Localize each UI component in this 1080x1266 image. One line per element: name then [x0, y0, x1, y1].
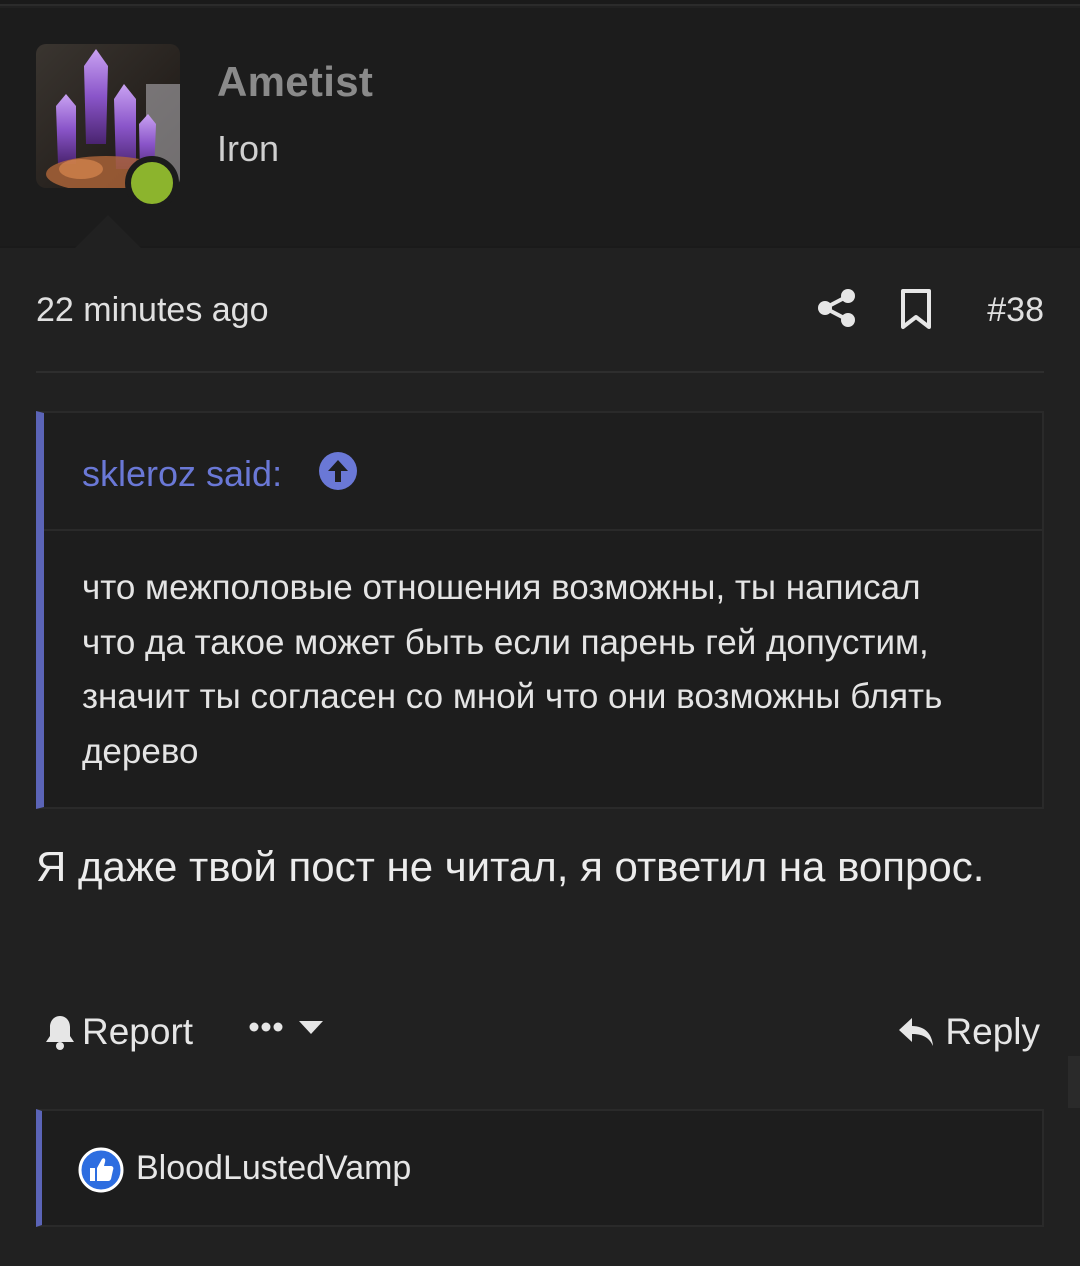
reply-label: Reply	[945, 1011, 1040, 1052]
post-message: Я даже твой пост не читал, я ответил на …	[36, 843, 985, 890]
quote-block: skleroz said: что межполовые отношения в…	[36, 411, 1044, 809]
reply-arrow-icon	[899, 1018, 934, 1046]
header-pointer	[75, 215, 141, 248]
ellipsis-icon	[249, 1022, 283, 1032]
divider	[36, 371, 1044, 373]
post-actions: Report Reply	[36, 1005, 1044, 1065]
quote-header: skleroz said:	[44, 413, 1042, 531]
reactions-bar: BloodLustedVamp	[36, 1109, 1044, 1227]
online-status-indicator	[125, 156, 179, 210]
bell-icon	[46, 1016, 74, 1050]
user-title: Iron	[217, 128, 280, 169]
arrow-up-circle-icon[interactable]	[318, 451, 358, 491]
username[interactable]: Ametist	[217, 58, 373, 106]
reaction-username[interactable]: BloodLustedVamp	[136, 1149, 411, 1188]
bookmark-icon[interactable]	[898, 288, 934, 330]
report-label: Report	[82, 1011, 194, 1052]
reply-button[interactable]: Reply	[897, 1011, 1040, 1053]
top-edge	[0, 0, 1080, 6]
quote-text: что межполовые отношения возможны, ты на…	[82, 568, 943, 771]
share-icon[interactable]	[816, 287, 858, 329]
scrollbar-thumb[interactable]	[1068, 1056, 1080, 1108]
chevron-down-icon	[299, 1021, 323, 1034]
report-button[interactable]: Report	[44, 1011, 193, 1053]
thumbs-up-icon[interactable]	[78, 1147, 124, 1193]
post-meta: 22 minutes ago #38	[36, 285, 1044, 337]
more-options-button[interactable]	[248, 1019, 324, 1035]
user-header: Ametist Iron	[0, 8, 1080, 248]
post-time[interactable]: 22 minutes ago	[36, 291, 269, 330]
quote-author[interactable]: skleroz said:	[82, 453, 282, 495]
post-number[interactable]: #38	[987, 291, 1044, 330]
